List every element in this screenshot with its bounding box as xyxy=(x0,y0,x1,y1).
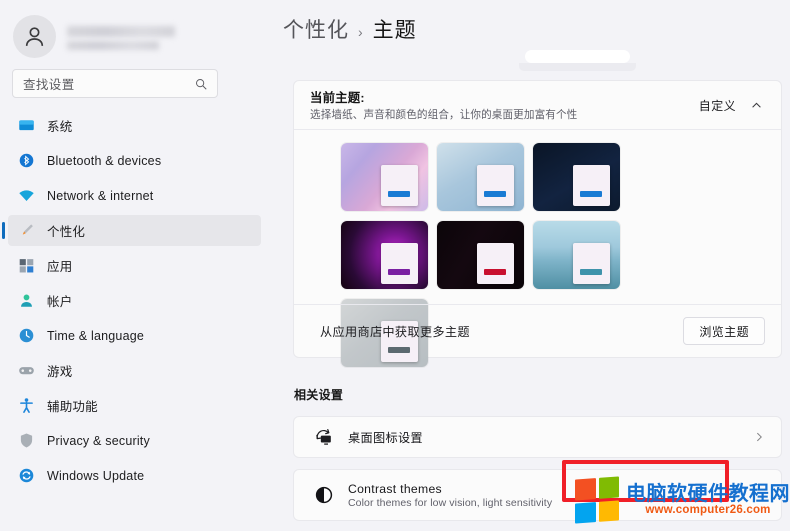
store-themes-label: 从应用商店中获取更多主题 xyxy=(320,325,470,339)
related-settings-heading: 相关设置 xyxy=(294,388,344,402)
windows-logo-quadrant xyxy=(575,501,596,524)
theme-thumbnail[interactable] xyxy=(533,221,620,289)
sidebar-item-accounts[interactable]: 帐户 xyxy=(8,285,261,316)
theme-preview-window xyxy=(477,165,514,206)
sidebar-item-system[interactable]: 系统 xyxy=(8,110,261,141)
avatar xyxy=(13,15,56,58)
desktop-icon-settings-card[interactable]: 桌面图标设置 xyxy=(293,416,782,458)
theme-accent-swatch xyxy=(388,269,410,275)
watermark-site-name: 电脑软硬件教程网 xyxy=(626,482,790,505)
store-themes-row: 从应用商店中获取更多主题 浏览主题 xyxy=(294,305,781,357)
chevron-right-icon[interactable] xyxy=(753,431,765,443)
watermark: 电脑软硬件教程网 www.computer26.com xyxy=(575,476,790,524)
theme-accent-swatch xyxy=(580,269,602,275)
current-theme-card: 当前主题: 选择墙纸、声音和颜色的组合，让你的桌面更加富有个性 自定义 从应用商… xyxy=(293,80,782,367)
theme-thumbnail[interactable] xyxy=(437,143,524,211)
windows-logo-quadrant xyxy=(598,476,619,499)
shield-icon xyxy=(18,432,35,449)
sidebar-item-apps[interactable]: 应用 xyxy=(8,250,261,281)
breadcrumb-parent[interactable]: 个性化 xyxy=(283,14,349,44)
update-refresh-icon xyxy=(18,467,35,484)
breadcrumb-separator-icon: › xyxy=(358,24,364,40)
sidebar-item-privacy-security[interactable]: Privacy & security xyxy=(8,425,261,456)
browse-themes-button[interactable]: 浏览主题 xyxy=(683,317,765,345)
sidebar-item-gaming[interactable]: 游戏 xyxy=(8,355,261,386)
desktop-icon-settings-row[interactable]: 桌面图标设置 xyxy=(294,417,781,457)
setting-title: 桌面图标设置 xyxy=(348,431,423,445)
theme-thumbnail[interactable] xyxy=(341,143,428,211)
sidebar-item-label: Privacy & security xyxy=(47,433,150,448)
paintbrush-icon xyxy=(18,222,35,239)
chevron-up-icon[interactable] xyxy=(750,99,763,112)
theme-thumbnail[interactable] xyxy=(341,221,428,289)
sidebar-item-label: 游戏 xyxy=(47,365,73,379)
customize-link[interactable]: 自定义 xyxy=(699,97,736,114)
windows-logo-icon xyxy=(575,476,619,524)
current-theme-subtitle: 选择墙纸、声音和颜色的组合，让你的桌面更加富有个性 xyxy=(310,109,578,121)
sidebar-item-windows-update[interactable]: Windows Update xyxy=(8,460,261,491)
sidebar-item-label: Windows Update xyxy=(47,468,145,483)
settings-scroll-area[interactable]: 当前主题: 选择墙纸、声音和颜色的组合，让你的桌面更加富有个性 自定义 从应用商… xyxy=(272,44,790,531)
contrast-circle-icon xyxy=(314,485,334,505)
account-person-icon xyxy=(18,292,35,309)
sidebar-item-network-internet[interactable]: Network & internet xyxy=(8,180,261,211)
sidebar: 查找设置 系统 Bluetooth & devices Network & in… xyxy=(0,0,272,531)
user-profile[interactable] xyxy=(0,0,272,62)
sidebar-item-label: Time & language xyxy=(47,328,145,343)
sidebar-item-label: 帐户 xyxy=(47,295,73,309)
theme-preview-window xyxy=(573,243,610,284)
apps-icon xyxy=(18,257,35,274)
theme-accent-swatch xyxy=(484,191,506,197)
page-title: 主题 xyxy=(372,19,417,42)
sidebar-item-label: 个性化 xyxy=(47,225,86,239)
windows-logo-quadrant xyxy=(575,478,596,501)
gamepad-icon xyxy=(18,362,35,379)
sidebar-item-label: Bluetooth & devices xyxy=(47,153,162,168)
theme-preview-window xyxy=(381,165,418,206)
sidebar-nav: 系统 Bluetooth & devices Network & interne… xyxy=(0,110,272,491)
settings-window: 查找设置 系统 Bluetooth & devices Network & in… xyxy=(0,0,790,531)
theme-accent-swatch xyxy=(484,269,506,275)
sidebar-item-bluetooth-devices[interactable]: Bluetooth & devices xyxy=(8,145,261,176)
watermark-url: www.computer26.com xyxy=(645,503,771,516)
desktop-icon-settings-icon xyxy=(314,427,334,447)
accessibility-person-icon xyxy=(18,397,35,414)
partial-card-above xyxy=(519,50,636,71)
search-icon xyxy=(196,79,207,90)
search-input[interactable]: 查找设置 xyxy=(12,69,218,98)
windows-logo-quadrant xyxy=(598,499,619,522)
search-placeholder: 查找设置 xyxy=(23,78,75,92)
sidebar-item-time-language[interactable]: Time & language xyxy=(8,320,261,351)
current-theme-header[interactable]: 当前主题: 选择墙纸、声音和颜色的组合，让你的桌面更加富有个性 自定义 xyxy=(294,81,781,129)
sidebar-item-label: 辅助功能 xyxy=(47,400,98,414)
theme-thumbnail[interactable] xyxy=(437,221,524,289)
current-theme-title: 当前主题: xyxy=(310,91,365,105)
main-content: 个性化 › 主题 当前主题: 选择墙纸、声音和颜色的组合，让你的桌面更加富有个性… xyxy=(272,0,790,531)
theme-accent-swatch xyxy=(580,191,602,197)
wifi-icon xyxy=(18,187,35,204)
theme-preview-window xyxy=(477,243,514,284)
person-avatar-icon xyxy=(25,27,44,46)
theme-preview-window xyxy=(573,165,610,206)
sidebar-item-personalization[interactable]: 个性化 xyxy=(2,215,261,246)
system-monitor-icon xyxy=(18,117,35,134)
clock-icon xyxy=(18,327,35,344)
sidebar-item-label: 应用 xyxy=(47,260,73,274)
theme-preview-window xyxy=(381,243,418,284)
theme-thumbnail[interactable] xyxy=(533,143,620,211)
theme-accent-swatch xyxy=(388,191,410,197)
breadcrumb: 个性化 › 主题 xyxy=(272,0,790,44)
sidebar-item-label: Network & internet xyxy=(47,188,154,203)
sidebar-item-accessibility[interactable]: 辅助功能 xyxy=(8,390,261,421)
bluetooth-icon xyxy=(18,152,35,169)
user-name-redacted xyxy=(67,24,175,50)
sidebar-item-label: 系统 xyxy=(47,120,73,134)
